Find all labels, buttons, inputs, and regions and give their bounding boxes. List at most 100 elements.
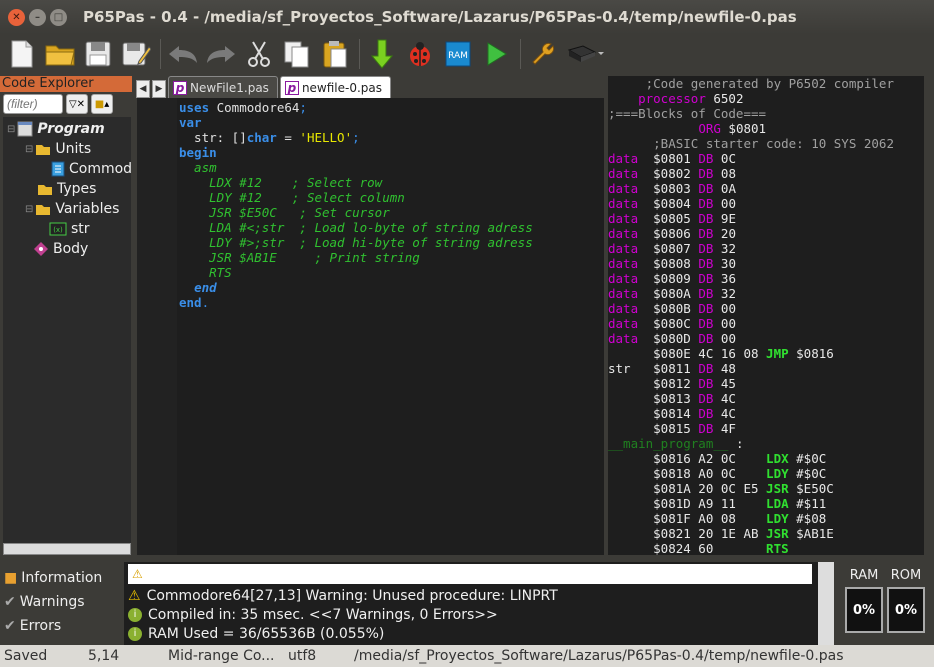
code-text[interactable]: uses Commodore64; var str: []char = 'HELL… xyxy=(179,100,533,310)
asm-line[interactable]: ;Code generated by P6502 compiler xyxy=(608,76,924,91)
tree-node-units[interactable]: ⊟ Units xyxy=(25,139,91,159)
asm-line[interactable]: $081D A9 11 LDA #$11 xyxy=(608,496,924,511)
code-line[interactable]: end xyxy=(179,280,533,295)
title-bar: ✕ – □ P65Pas - 0.4 - /media/sf_Proyectos… xyxy=(0,0,934,34)
tab-newfile-0[interactable]: p newfile-0.pas xyxy=(279,76,392,98)
tree-node-body[interactable]: Body xyxy=(33,239,88,259)
category-warnings[interactable]: ✔ Warnings xyxy=(4,590,122,614)
cut-button[interactable] xyxy=(241,36,277,72)
tab-next-button[interactable]: ▶ xyxy=(152,80,166,98)
asm-line[interactable]: $0812 DB 45 xyxy=(608,376,924,391)
code-line[interactable]: str: []char = 'HELLO'; xyxy=(179,130,533,145)
code-line[interactable]: var xyxy=(179,115,533,130)
run-button[interactable] xyxy=(478,36,514,72)
selected-message-row[interactable]: ⚠ xyxy=(128,564,812,584)
asm-line[interactable]: processor 6502 xyxy=(608,91,924,106)
asm-line[interactable]: $080E 4C 16 08 JMP $0816 xyxy=(608,346,924,361)
filter-bar: ▽✕ ■▴ xyxy=(0,92,132,116)
asm-line[interactable]: ;===Blocks of Code=== xyxy=(608,106,924,121)
messages-scrollbar[interactable] xyxy=(818,562,834,646)
asm-line[interactable]: data $0803 DB 0A xyxy=(608,181,924,196)
asm-line[interactable]: $0824 60 RTS xyxy=(608,541,924,555)
message-row[interactable]: i Compiled in: 35 msec. <<7 Warnings, 0 … xyxy=(128,605,498,624)
app-window: ✕ – □ P65Pas - 0.4 - /media/sf_Proyectos… xyxy=(0,0,934,667)
status-bar: Saved 5,14 Mid-range Co... utf8 /media/s… xyxy=(0,645,934,667)
asm-line[interactable]: data $0807 DB 32 xyxy=(608,241,924,256)
asm-line[interactable]: $0815 DB 4F xyxy=(608,421,924,436)
asm-line[interactable]: data $0801 DB 0C xyxy=(608,151,924,166)
asm-line[interactable]: data $0805 DB 9E xyxy=(608,211,924,226)
filter-options-button[interactable]: ▽✕ xyxy=(66,94,88,114)
tree-node-variables[interactable]: ⊟ Variables xyxy=(25,199,119,219)
asm-line[interactable]: $0813 DB 4C xyxy=(608,391,924,406)
code-line[interactable]: LDY #12 ; Select column xyxy=(179,190,533,205)
asm-line[interactable]: data $0802 DB 08 xyxy=(608,166,924,181)
asm-line[interactable]: $081F A0 08 LDY #$08 xyxy=(608,511,924,526)
asm-line[interactable]: data $080B DB 00 xyxy=(608,301,924,316)
asm-line[interactable]: ;BASIC starter code: 10 SYS 2062 xyxy=(608,136,924,151)
device-select-button[interactable] xyxy=(563,36,607,72)
code-line[interactable]: LDY #>;str ; Load hi-byte of string adre… xyxy=(179,235,533,250)
settings-button[interactable] xyxy=(525,36,561,72)
tree-node-commodore64[interactable]: Commod xyxy=(51,159,131,179)
debug-button[interactable] xyxy=(402,36,438,72)
asm-line[interactable]: $081A 20 0C E5 JSR $E50C xyxy=(608,481,924,496)
assembler-output[interactable]: ;Code generated by P6502 compiler proces… xyxy=(608,76,924,555)
assembler-scrollbar[interactable] xyxy=(924,76,934,555)
code-line[interactable]: JSR $AB1E ; Print string xyxy=(179,250,533,265)
info-icon: i xyxy=(128,607,142,622)
asm-line[interactable]: data $080D DB 00 xyxy=(608,331,924,346)
message-row[interactable]: ⚠ Commodore64[27,13] Warning: Unused pro… xyxy=(128,586,558,605)
open-file-button[interactable] xyxy=(42,36,78,72)
minimize-window-button[interactable]: – xyxy=(29,8,46,26)
ram-view-button[interactable]: RAM xyxy=(440,36,476,72)
maximize-window-button[interactable]: □ xyxy=(50,8,67,26)
save-button[interactable] xyxy=(80,36,116,72)
new-file-button[interactable] xyxy=(4,36,40,72)
filter-icon: ▽✕ xyxy=(68,98,86,110)
code-line[interactable]: asm xyxy=(179,160,533,175)
code-line[interactable]: uses Commodore64; xyxy=(179,100,533,115)
code-editor[interactable]: uses Commodore64; var str: []char = 'HELL… xyxy=(137,98,604,555)
asm-line[interactable]: $0814 DB 4C xyxy=(608,406,924,421)
folder-options-button[interactable]: ■ ▴ xyxy=(91,94,113,114)
save-as-button[interactable] xyxy=(118,36,154,72)
redo-button[interactable] xyxy=(203,36,239,72)
code-line[interactable]: begin xyxy=(179,145,533,160)
message-row[interactable]: i RAM Used = 36/65536B (0.055%) xyxy=(128,624,384,643)
tree-node-program[interactable]: ⊟ Program xyxy=(7,119,105,139)
tree-horizontal-scrollbar[interactable] xyxy=(3,543,131,555)
main-toolbar: RAM xyxy=(0,34,934,74)
code-line[interactable]: LDA #<;str ; Load lo-byte of string adre… xyxy=(179,220,533,235)
tree-node-types[interactable]: Types xyxy=(25,179,96,199)
category-information[interactable]: ■ Information xyxy=(4,566,122,590)
asm-line[interactable]: data $080A DB 32 xyxy=(608,286,924,301)
asm-line[interactable]: data $0809 DB 36 xyxy=(608,271,924,286)
asm-line[interactable]: data $0806 DB 20 xyxy=(608,226,924,241)
paste-button[interactable] xyxy=(317,36,353,72)
asm-line[interactable]: $0818 A0 0C LDY #$0C xyxy=(608,466,924,481)
tree-node-str[interactable]: (x) str xyxy=(49,219,90,239)
compile-button[interactable] xyxy=(364,36,400,72)
tab-prev-button[interactable]: ◀ xyxy=(136,80,150,98)
info-icon: i xyxy=(128,626,142,641)
copy-button[interactable] xyxy=(279,36,315,72)
category-errors[interactable]: ✔ Errors xyxy=(4,614,122,638)
asm-line[interactable]: data $0804 DB 00 xyxy=(608,196,924,211)
asm-line[interactable]: ORG $0801 xyxy=(608,121,924,136)
status-saved: Saved xyxy=(4,648,48,664)
asm-line[interactable]: $0816 A2 0C LDX #$0C xyxy=(608,451,924,466)
code-line[interactable]: RTS xyxy=(179,265,533,280)
asm-line[interactable]: data $0808 DB 30 xyxy=(608,256,924,271)
asm-line[interactable]: __main_program__ : xyxy=(608,436,924,451)
asm-line[interactable]: data $080C DB 00 xyxy=(608,316,924,331)
close-window-button[interactable]: ✕ xyxy=(8,8,25,26)
undo-button[interactable] xyxy=(165,36,201,72)
filter-input[interactable] xyxy=(3,94,63,114)
code-line[interactable]: end. xyxy=(179,295,533,310)
code-line[interactable]: JSR $E50C ; Set cursor xyxy=(179,205,533,220)
asm-line[interactable]: str $0811 DB 48 xyxy=(608,361,924,376)
tab-newfile1[interactable]: p NewFile1.pas xyxy=(168,76,278,98)
asm-line[interactable]: $0821 20 1E AB JSR $AB1E xyxy=(608,526,924,541)
code-line[interactable]: LDX #12 ; Select row xyxy=(179,175,533,190)
